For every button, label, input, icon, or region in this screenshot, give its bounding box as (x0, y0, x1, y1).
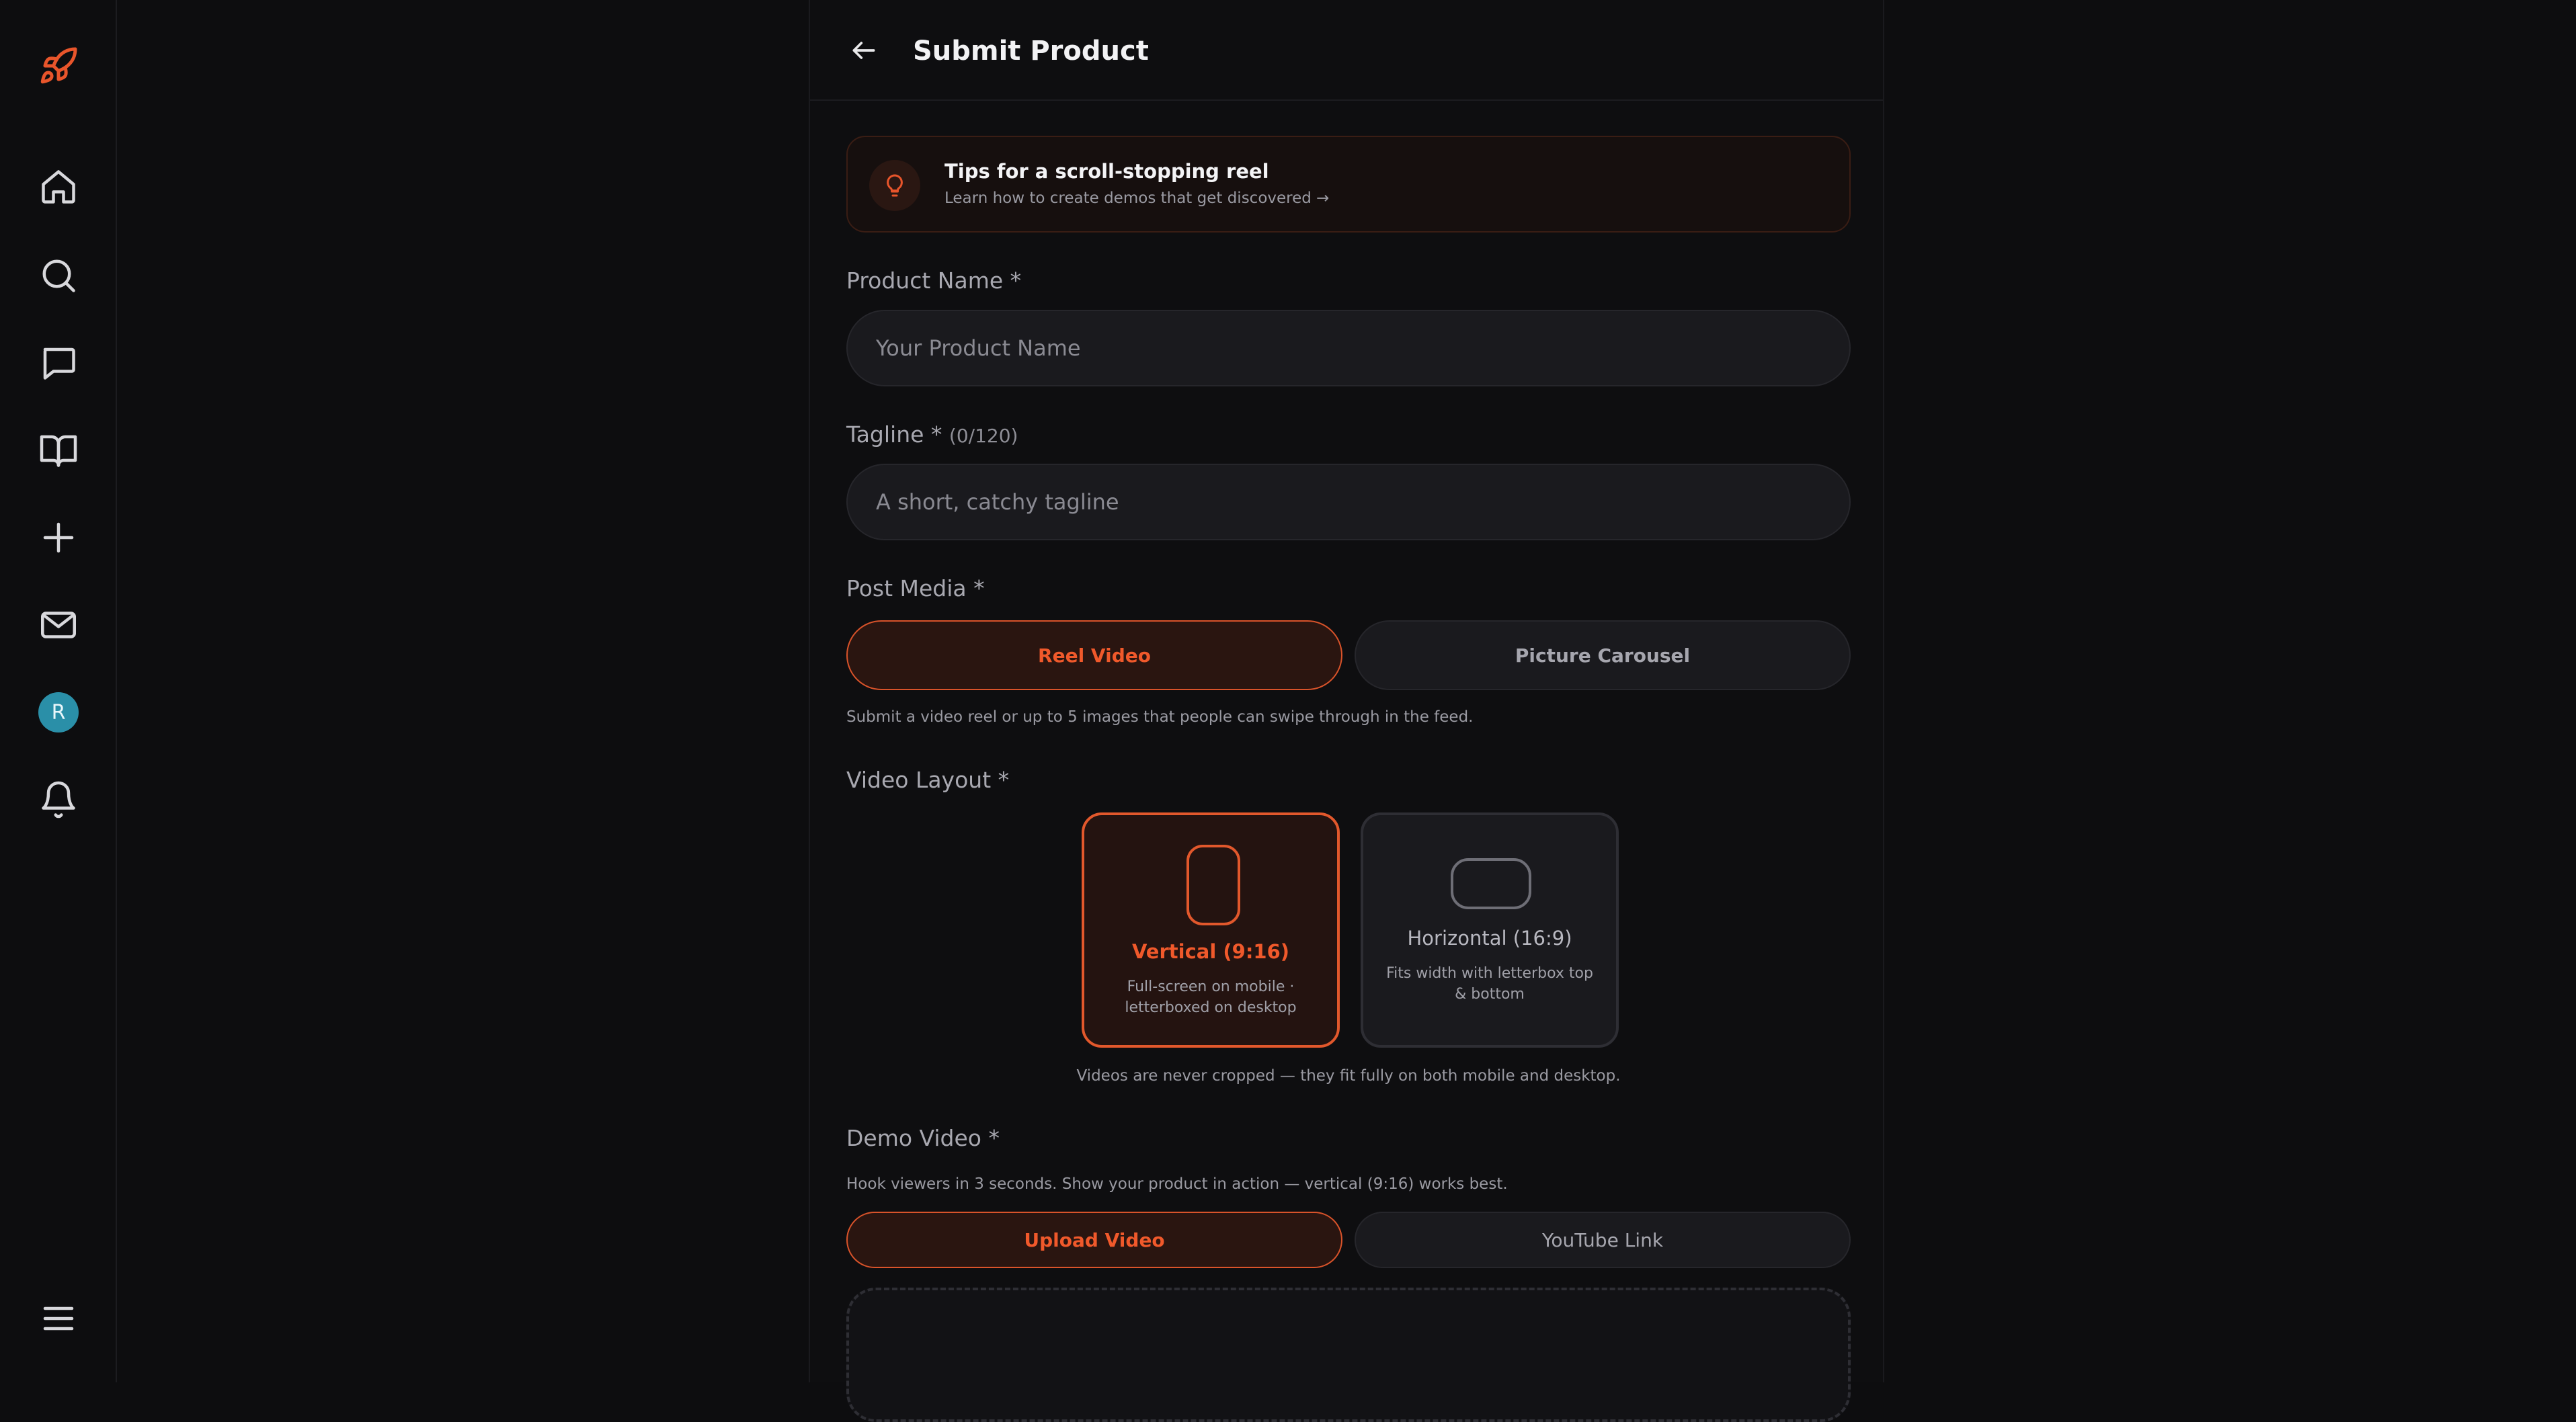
reel-video-option[interactable]: Reel Video (846, 620, 1342, 690)
tagline-label-text: Tagline * (846, 421, 942, 448)
tips-banner[interactable]: Tips for a scroll-stopping reel Learn ho… (846, 136, 1851, 233)
chat-icon[interactable] (32, 336, 85, 390)
menu-icon[interactable] (32, 1292, 85, 1345)
tagline-label: Tagline * (0/120) (846, 421, 1018, 448)
vertical-layout-card[interactable]: Vertical (9:16) Full-screen on mobile · … (1082, 812, 1340, 1048)
horizontal-frame-icon (1451, 858, 1531, 909)
product-name-label: Product Name * (846, 267, 1022, 294)
video-layout-helper: Videos are never cropped — they fit full… (1076, 1067, 1621, 1085)
top-bar: Submit Product (810, 0, 1883, 101)
vertical-layout-title: Vertical (9:16) (1131, 940, 1290, 963)
video-layout-label: Video Layout * (846, 767, 1010, 793)
bell-icon[interactable] (32, 773, 85, 827)
page-title: Submit Product (913, 36, 1149, 67)
back-arrow-icon[interactable] (844, 30, 884, 71)
sidebar: R (0, 0, 117, 1382)
avatar[interactable]: R (32, 685, 85, 739)
horizontal-layout-card[interactable]: Horizontal (16:9) Fits width with letter… (1361, 812, 1619, 1048)
upload-video-option[interactable]: Upload Video (846, 1212, 1342, 1268)
vertical-frame-icon (1186, 845, 1240, 925)
home-icon[interactable] (32, 160, 85, 214)
plus-icon[interactable] (32, 511, 85, 564)
product-name-input[interactable] (846, 310, 1851, 386)
lightbulb-icon (869, 160, 920, 211)
demo-video-helper: Hook viewers in 3 seconds. Show your pro… (846, 1175, 1508, 1193)
picture-carousel-option[interactable]: Picture Carousel (1355, 620, 1851, 690)
tagline-counter: (0/120) (949, 425, 1018, 447)
youtube-link-option[interactable]: YouTube Link (1355, 1212, 1851, 1268)
vertical-layout-desc: Full-screen on mobile · letterboxed on d… (1125, 978, 1297, 1016)
video-dropzone[interactable] (846, 1288, 1851, 1422)
tips-link[interactable]: Learn how to create demos that get disco… (944, 190, 1329, 207)
tagline-input[interactable] (846, 464, 1851, 540)
horizontal-layout-title: Horizontal (16:9) (1407, 927, 1572, 950)
book-icon[interactable] (32, 423, 85, 477)
logo-rocket-icon[interactable] (32, 39, 85, 93)
horizontal-layout-desc: Fits width with letterbox top & bottom (1386, 965, 1593, 1003)
tips-title: Tips for a scroll-stopping reel (944, 160, 1269, 183)
search-icon[interactable] (32, 249, 85, 302)
demo-video-label: Demo Video * (846, 1125, 1000, 1151)
main-column: Submit Product Tips for a scroll-stoppin… (809, 0, 1884, 1422)
post-media-label: Post Media * (846, 575, 985, 601)
post-media-helper: Submit a video reel or up to 5 images th… (846, 708, 1474, 726)
mail-icon[interactable] (32, 598, 85, 652)
avatar-initial: R (38, 692, 79, 733)
